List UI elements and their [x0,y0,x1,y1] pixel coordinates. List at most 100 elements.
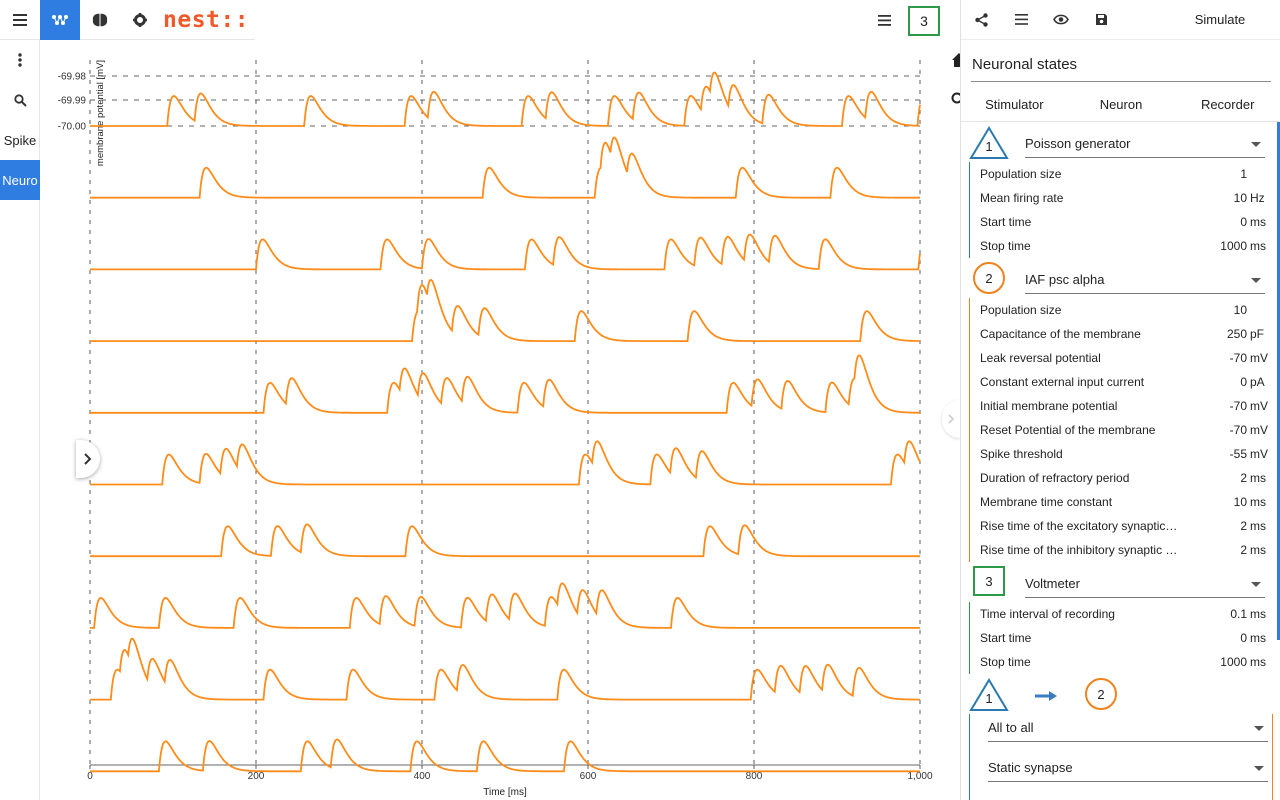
param-value[interactable]: 2 [1240,543,1247,557]
param-row[interactable]: Population size 1 [970,162,1273,186]
param-row[interactable]: Rise time of the excitatory synaptic alp… [970,514,1273,538]
voltage-trace [90,71,921,127]
node-1-model-select[interactable]: Poisson generator [1025,130,1265,158]
param-row[interactable]: Mean firing rate 10 Hz [970,186,1273,210]
tab-neuron[interactable]: Neuron [1068,88,1175,121]
connection-source-index: 1 [985,691,993,706]
x-tick-label: 200 [248,771,265,782]
param-label: Start time [980,631,1032,645]
param-label: Leak reversal potential [980,351,1101,365]
membrane-potential-chart[interactable]: 0 200 400 600 800 1,000 -69.98 -69.99 -70.00 Time… [40,0,960,800]
voltage-trace [90,278,920,342]
share-icon[interactable] [961,0,1001,40]
param-row[interactable]: Spike threshold -55 mV [970,442,1273,466]
param-value[interactable]: 0 [1240,215,1247,229]
param-value[interactable]: 10 [1234,303,1247,317]
param-value[interactable]: 0.1 [1230,607,1247,621]
param-row[interactable]: Leak reversal potential -70 mV [970,346,1273,370]
rail-item-spike[interactable]: Spike [0,120,40,160]
param-value[interactable]: 1000 [1220,239,1247,253]
y-tick-label: -69.98 [58,72,87,83]
param-value[interactable]: 1 [1240,167,1247,181]
param-row[interactable]: Stop time 1000 ms [970,234,1273,258]
param-unit: mV [1250,351,1268,365]
connection-target-badge[interactable]: 2 [1085,678,1117,710]
param-row[interactable]: Population size 10 [970,298,1273,322]
node-3-model-label: Voltmeter [1025,576,1080,591]
simulate-button[interactable]: Simulate [1160,0,1280,40]
param-value[interactable]: 2 [1240,519,1247,533]
tab-stimulator[interactable]: Stimulator [961,88,1068,121]
list-icon[interactable] [1001,0,1041,40]
arrow-right-icon [1035,691,1057,701]
param-value[interactable]: 10 [1234,495,1247,509]
search-icon[interactable] [0,80,40,120]
param-label: Initial membrane potential [980,399,1118,413]
node-2-model-select[interactable]: IAF psc alpha [1025,266,1265,294]
param-value[interactable]: -55 [1230,447,1247,461]
connection-source-badge[interactable]: 1 [969,678,1009,712]
param-label: Population size [980,303,1062,317]
param-label: Capacitance of the membrane [980,327,1141,341]
caret-down-icon [1251,582,1261,587]
param-row[interactable]: Stop time 1000 ms [970,650,1273,674]
network-panel: Simulate Neuronal states Stimulator Neur… [960,0,1280,800]
connection-rule-select[interactable]: All to all [988,714,1268,742]
param-value[interactable]: 250 [1227,327,1247,341]
param-value[interactable]: -70 [1230,351,1247,365]
node-2-params: Population size 10 Capacitance of the memb… [969,298,1273,562]
node-1-header[interactable]: 1 Poisson generator [969,124,1273,160]
param-row[interactable]: Initial membrane potential -70 mV [970,394,1273,418]
voltage-trace [90,354,920,414]
param-row[interactable]: Start time 0 ms [970,626,1273,650]
rail-item-neuro[interactable]: Neuro [0,160,40,200]
param-row[interactable]: Reset Potential of the membrane -70 mV [970,418,1273,442]
save-icon[interactable] [1081,0,1121,40]
more-vert-icon[interactable] [0,40,40,80]
param-unit: ms [1250,495,1266,509]
param-value[interactable]: -70 [1230,423,1247,437]
panel-title[interactable]: Neuronal states [971,52,1271,82]
neuron-node-badge[interactable]: 2 [973,262,1005,294]
param-row[interactable]: Duration of refractory period 2 ms [970,466,1273,490]
param-unit: ms [1250,471,1266,485]
param-unit: Hz [1250,191,1265,205]
param-label: Rise time of the inhibitory synaptic alp… [980,543,1180,557]
param-row[interactable]: Capacitance of the membrane 250 pF [970,322,1273,346]
recorder-node-badge[interactable]: 3 [973,566,1005,596]
param-value[interactable]: 2 [1240,471,1247,485]
param-unit: ms [1250,215,1266,229]
param-row[interactable]: Constant external input current 0 pA [970,370,1273,394]
param-unit: ms [1250,239,1266,253]
node-3-model-select[interactable]: Voltmeter [1025,570,1265,598]
param-value[interactable]: -70 [1230,399,1247,413]
tab-recorder[interactable]: Recorder [1174,88,1280,121]
param-label: Membrane time constant [980,495,1113,509]
param-row[interactable]: Start time 0 ms [970,210,1273,234]
node-3-header[interactable]: 3 Voltmeter [969,564,1273,600]
synapse-model-select[interactable]: Static synapse [988,754,1268,782]
param-value[interactable]: 10 [1234,191,1247,205]
param-label: Start time [980,215,1032,229]
plot-area: 0 200 400 600 800 1,000 -69.98 -69.99 -70.00 Time… [40,40,974,800]
param-row[interactable]: Time interval of recording 0.1 ms [970,602,1273,626]
param-row[interactable]: Rise time of the inhibitory synaptic alp… [970,538,1273,562]
recorder-node-badge[interactable]: 3 [908,6,940,36]
param-value[interactable]: 0 [1240,375,1247,389]
connection-header[interactable]: 1 2 [969,676,1273,716]
eye-icon[interactable] [1041,0,1081,40]
param-row[interactable]: Membrane time constant 10 ms [970,490,1273,514]
node-2-header[interactable]: 2 IAF psc alpha [969,260,1273,296]
param-label: Mean firing rate [980,191,1064,205]
voltage-trace [90,738,920,773]
param-value[interactable]: 0 [1240,631,1247,645]
param-label: Constant external input current [980,375,1145,389]
caret-down-icon [1254,766,1264,771]
menu-icon[interactable] [0,0,40,40]
param-unit: ms [1250,655,1266,669]
panel-content[interactable]: 1 Poisson generator Population size 1 Mean… [961,122,1280,800]
stimulator-node-badge[interactable]: 1 [969,126,1009,160]
list-menu-icon[interactable] [872,8,896,32]
voltage-trace [90,637,920,701]
param-value[interactable]: 1000 [1220,655,1247,669]
